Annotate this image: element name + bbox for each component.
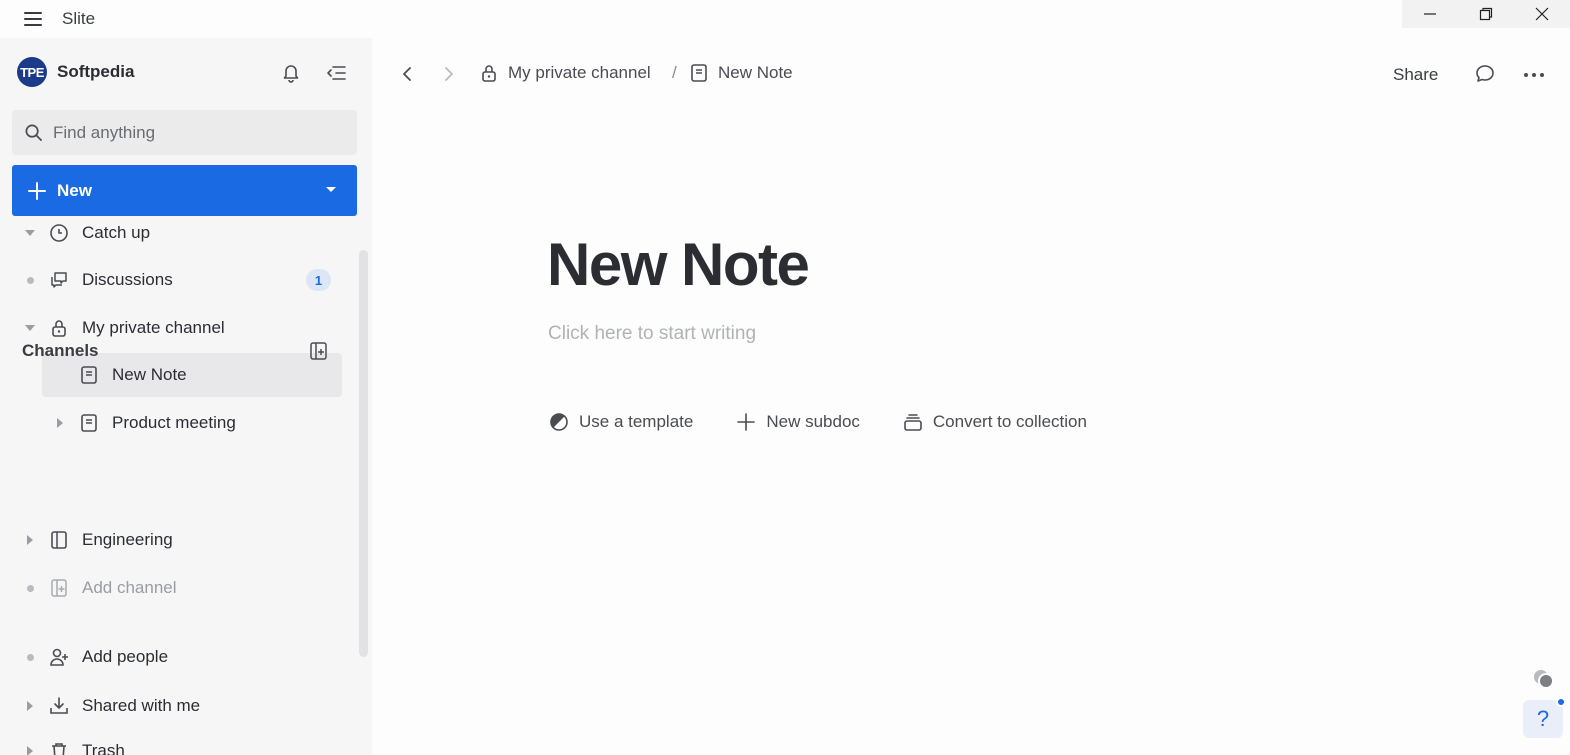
breadcrumb-channel[interactable]: My private channel [478,62,651,84]
help-button[interactable]: ? [1523,697,1566,738]
sidebar-item-product-meeting[interactable]: Product meeting [0,401,358,445]
sidebar-item-engineering[interactable]: Engineering [0,518,358,562]
document-body-editor[interactable]: Click here to start writing [548,323,756,345]
bullet-dot [24,274,36,286]
hamburger-menu-icon[interactable] [22,8,44,30]
sidebar-item-shared-with-me[interactable]: Shared with me [0,684,358,728]
new-button-label: New [57,180,92,200]
sidebar-item-label: Shared with me [82,696,201,715]
close-button[interactable] [1514,0,1570,28]
minimize-button[interactable] [1402,0,1458,28]
sidebar-item-add-channel[interactable]: Add channel [0,566,358,610]
search-placeholder: Find anything [53,122,156,142]
breadcrumb-doc-label: New Note [718,63,793,82]
breadcrumb-doc[interactable]: New Note [688,62,793,84]
comment-icon[interactable] [1473,62,1497,86]
document-quick-actions: Use a template New subdoc Convert to col… [548,411,1129,433]
add-person-icon [48,646,70,668]
use-template-label: Use a template [579,412,694,431]
expand-caret-icon[interactable] [24,700,36,712]
restore-button[interactable] [1458,0,1514,28]
sidebar-item-add-people[interactable]: Add people [0,635,358,679]
plus-icon [27,181,47,201]
channels-section-title: Channels [22,341,99,360]
sidebar-scrollbar[interactable] [359,250,368,657]
notifications-bell-icon[interactable] [280,61,302,83]
lock-icon [48,317,70,339]
discussions-icon [48,269,70,291]
breadcrumb-separator: / [672,63,677,82]
collection-icon [902,411,924,433]
sidebar-item-catch-up[interactable]: Catch up [0,216,358,255]
workspace-switcher[interactable]: TPE Softpedia [17,57,134,87]
sidebar-item-discussions[interactable]: Discussions 1 [0,258,358,302]
add-channel-icon [48,577,70,599]
sidebar-item-label: Catch up [82,223,151,242]
sidebar-item-label: Trash [82,741,125,755]
unread-count-badge: 1 [306,269,331,291]
sidebar: TPE Softpedia Find anything New Catch up… [0,38,372,755]
main-content: My private channel / New Note Share New … [372,38,1570,755]
sidebar-item-label: Product meeting [112,413,236,432]
use-template-button[interactable]: Use a template [548,411,693,433]
sidebar-item-label: New Note [112,365,187,384]
bullet-dot [24,651,36,663]
workspace-logo: TPE [17,57,47,87]
sidebar-item-trash[interactable]: Trash [0,729,358,755]
help-question-mark: ? [1536,706,1550,731]
lock-icon [478,62,500,84]
breadcrumb-channel-label: My private channel [508,63,651,82]
sidebar-nav: Catch up Discussions 1 My private channe… [0,216,358,755]
sidebar-item-label: Add channel [82,578,177,597]
search-icon [24,123,43,142]
app-title: Slite [62,9,96,28]
collaborator-avatars-icon[interactable] [1532,668,1556,690]
new-button[interactable]: New [12,165,357,216]
help-notification-dot [1556,697,1566,707]
restore-icon [1479,7,1493,21]
new-subdoc-button[interactable]: New subdoc [735,411,860,433]
search-input[interactable]: Find anything [12,110,357,155]
doc-icon [78,364,100,386]
plus-icon [735,411,757,433]
workspace-name: Softpedia [57,62,135,81]
title-bar: Slite [0,0,1570,38]
sidebar-item-label: Discussions [82,270,173,289]
minimize-icon [1423,7,1437,21]
close-icon [1535,7,1549,21]
collapse-sidebar-icon[interactable] [325,62,347,84]
channel-icon [48,529,70,551]
doc-icon [78,412,100,434]
add-channel-icon[interactable] [308,340,330,362]
document-title[interactable]: New Note [547,230,810,299]
convert-to-collection-button[interactable]: Convert to collection [902,411,1087,433]
expand-caret-icon[interactable] [24,745,36,755]
share-button[interactable]: Share [1393,65,1438,85]
new-dropdown-caret-icon[interactable] [325,186,337,194]
sidebar-item-label: Engineering [82,530,173,549]
doc-icon [688,62,710,84]
new-subdoc-label: New subdoc [766,412,860,431]
sidebar-item-label: My private channel [82,318,225,337]
expand-caret-icon[interactable] [24,534,36,546]
inbox-download-icon [48,695,70,717]
expand-caret-icon[interactable] [54,417,66,429]
trash-icon [48,740,70,755]
document-topbar: My private channel / New Note Share [372,38,1570,110]
window-controls [1402,0,1570,28]
back-arrow-icon[interactable] [396,63,418,85]
template-icon [548,411,570,433]
more-options-icon[interactable] [1522,63,1546,87]
collapse-caret-icon[interactable] [24,322,36,334]
clock-icon [48,222,70,244]
sidebar-item-label: Add people [82,647,169,666]
forward-arrow-icon[interactable] [438,63,460,85]
collapse-caret-icon[interactable] [24,227,36,239]
convert-to-collection-label: Convert to collection [932,412,1087,431]
bullet-dot [24,582,36,594]
